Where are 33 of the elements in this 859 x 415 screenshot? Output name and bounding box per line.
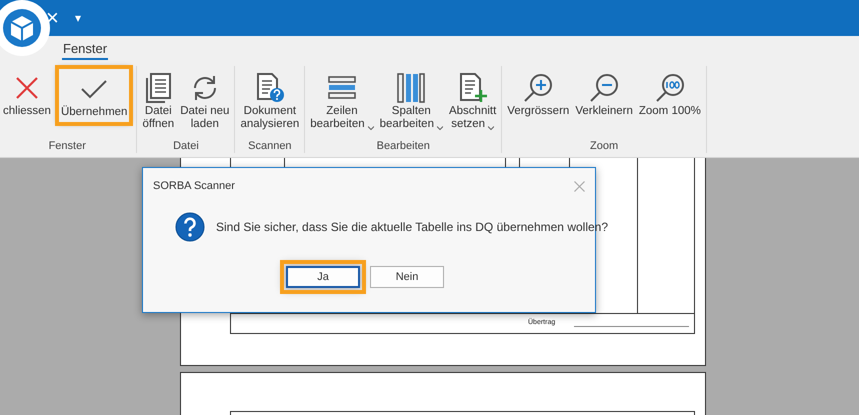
quick-access-menu-glyph[interactable]: ▾	[74, 12, 81, 24]
ribbon-group-label: Bearbeiten	[376, 140, 431, 153]
ribbon-group-label: Fenster	[48, 140, 87, 153]
dialog-title: SORBA Scanner	[153, 180, 235, 192]
ribbon-button[interactable]: Vergrössern	[504, 67, 572, 122]
close-glyph[interactable]: ×	[46, 7, 59, 29]
ribbon-group-label: Zoom	[589, 140, 620, 153]
ribbon-button[interactable]: Zeilen bearbeiten	[307, 67, 377, 135]
ribbon-button[interactable]: Verkleinern	[572, 67, 636, 122]
zoom-in-icon	[523, 73, 554, 103]
columns-icon	[397, 73, 426, 103]
ribbon-button[interactable]: Zoom 100%	[636, 67, 704, 122]
ribbon-button[interactable]: Übernehmen	[58, 68, 130, 123]
ribbon-group-label: Datei	[172, 140, 200, 153]
checkmark-icon	[81, 79, 108, 99]
ribbon-button[interactable]: Spalten bearbeiten	[376, 67, 446, 135]
document-question-icon	[256, 73, 284, 103]
ribbon-button[interactable]: Dokument analysieren	[237, 67, 302, 135]
rows-icon	[328, 76, 356, 100]
close-icon	[14, 75, 40, 101]
ribbon-button[interactable]: Datei neu laden	[177, 67, 232, 135]
document-add-icon	[458, 73, 487, 103]
zoom-actual-size-icon	[654, 73, 685, 103]
ribbon-button[interactable]: Abschnitt setzen	[446, 67, 500, 135]
zoom-out-icon	[589, 73, 620, 103]
ribbon-button[interactable]: chliessen	[0, 67, 54, 122]
ribbon-tab[interactable]: Fenster	[62, 41, 108, 60]
ribbon-group-label: Scannen	[247, 140, 293, 153]
document-stack-icon	[145, 73, 172, 103]
dialog-button[interactable]: Nein	[370, 266, 444, 288]
close-icon[interactable]	[574, 180, 585, 192]
ribbon-button[interactable]: Datei öffnen	[139, 67, 178, 135]
question-icon	[175, 212, 205, 242]
